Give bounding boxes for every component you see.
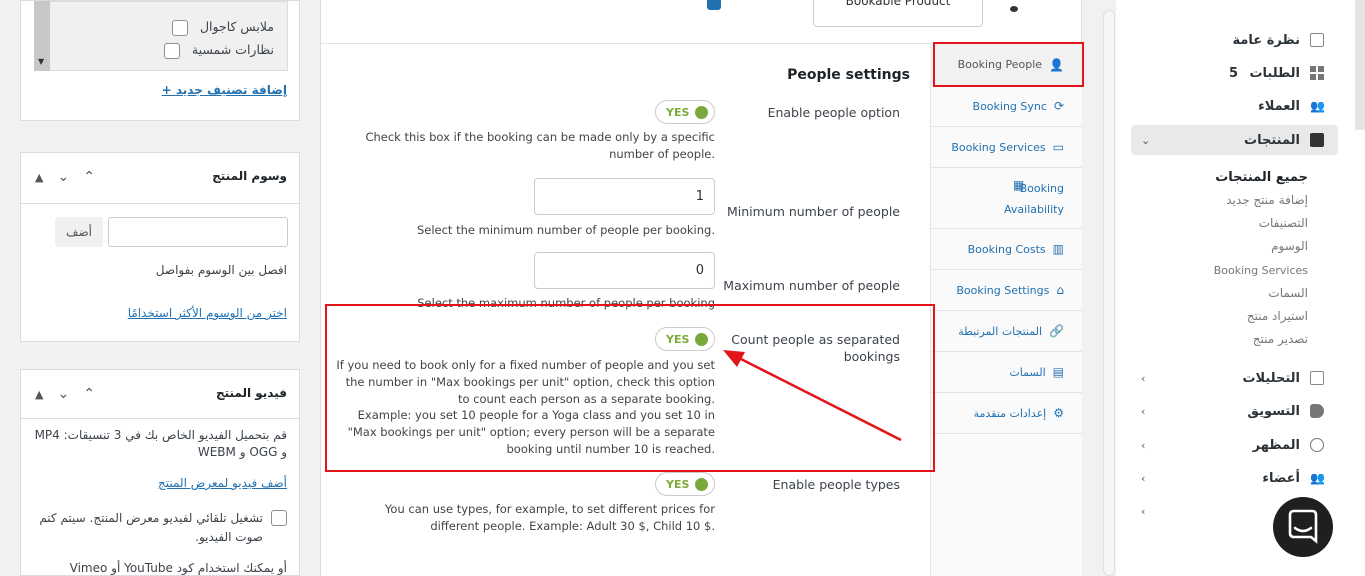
video-title: فيديو المنتج [215,386,287,400]
chevron-left-icon: ‹ [1141,471,1146,485]
submenu-categories[interactable]: التصنيفات [1259,216,1308,230]
tab-advanced[interactable]: إعدادات متقدمة ⚙ [930,393,1082,434]
chevron-down-icon: ⌄ [1141,133,1151,147]
video-desc: قم بتحميل الفيديو الخاص بك في 3 تنسيقات:… [34,428,287,459]
tags-box: وسوم المنتج ▲⌄⌃ أضف افصل بين الوسوم بفوا… [20,152,300,342]
users-icon: 👥 [1310,99,1325,113]
category-item[interactable]: ملابس كاجوال [171,19,274,36]
nav-customers[interactable]: العملاء 👥 [1131,91,1338,121]
chevron-left-icon: ‹ [1141,371,1146,385]
gear-icon: ⚙ [1053,406,1064,420]
nav-overview[interactable]: نظرة عامة [1131,25,1338,55]
box-arrows[interactable]: ▲⌄⌃ [35,386,109,402]
tab-booking-sync[interactable]: Booking Sync ⟳ [930,86,1082,127]
list-icon: ▤ [1052,365,1064,379]
submenu-attributes[interactable]: السمات [1268,286,1308,300]
scroll-down-icon[interactable]: ▼ [38,57,44,66]
box-icon [1310,133,1324,147]
autoplay-checkbox[interactable] [271,510,287,526]
enable-people-help: Check this box if the booking can be mad… [365,130,715,161]
submenu-all-products[interactable]: جميع المنتجات [1215,170,1308,185]
add-tag-button[interactable]: أضف [55,217,103,247]
page-scrollbar-thumb[interactable] [1355,0,1365,130]
tags-hint: افصل بين الوسوم بفواصل [155,263,287,277]
tab-attributes[interactable]: السمات ▤ [930,352,1082,393]
submenu-booking-services[interactable]: Booking Services [1214,264,1308,277]
people-types-toggle[interactable]: YES [655,472,715,496]
tab-linked-products[interactable]: المنتجات المرتبطة 🔗 [930,311,1082,352]
sidebar-scrollbar[interactable] [1103,10,1115,576]
popular-tags-link[interactable]: اختر من الوسوم الأكثر استخدامًا [128,306,287,320]
home-icon: ⌂ [1056,283,1064,297]
calendar-icon: ▦ [1013,178,1025,192]
video-box: فيديو المنتج ▲⌄⌃ قم بتحميل الفيديو الخاص… [20,369,300,576]
tab-booking-settings[interactable]: Booking Settings ⌂ [930,270,1082,311]
highlight-booking-people-tab [933,42,1084,87]
category-item[interactable]: نظارات شمسية [163,42,274,59]
window-icon: ▭ [1052,140,1064,154]
tags-input[interactable] [108,217,288,247]
nav-marketing[interactable]: ‹ التسويق [1131,396,1338,426]
chevron-down-icon[interactable]: ⌄ [57,386,83,402]
orders-count-badge: 5 [1228,65,1238,81]
add-category-link[interactable]: + إضافة تصنيف جديد [162,83,287,97]
chevron-down-icon[interactable]: ⌄ [57,169,83,185]
categories-box: ▼ ملابس كاجوال نظارات شمسية + إضافة تصني… [20,0,300,121]
product-type-select[interactable]: Bookable Product [813,0,983,27]
nav-products[interactable]: ⌄ المنتجات [1131,125,1338,155]
min-people-help: Select the minimum number of people per … [416,223,715,237]
move-up-icon[interactable]: ▲ [35,171,57,184]
chevron-left-icon: ‹ [1141,438,1146,452]
tab-booking-availability[interactable]: Booking Availability ▦ [930,168,1082,229]
min-people-label: Minimum number of people [726,204,900,219]
nav-members[interactable]: ‹ أعضاء 👥 [1131,463,1338,493]
virtual-checkbox[interactable] [707,0,721,10]
nav-orders[interactable]: الطلبات 5 [1131,58,1338,88]
add-video-link[interactable]: أضف فيديو لمعرض المنتج [158,476,287,490]
people-types-label: Enable people types [772,477,900,492]
submenu-import[interactable]: استيراد منتج [1247,309,1308,323]
submenu-tags[interactable]: الوسوم [1271,239,1308,253]
chevron-left-icon: ‹ [1141,504,1146,518]
people-types-help: You can use types, for example, to set d… [384,502,715,533]
enable-people-toggle[interactable]: YES [655,100,715,124]
bar-chart-icon: ▥ [1052,242,1064,256]
megaphone-icon [1310,404,1324,418]
tags-title: وسوم المنتج [212,169,287,183]
palette-icon [1310,438,1324,452]
nav-appearance[interactable]: ‹ المظهر [1131,430,1338,460]
section-heading: People settings [787,67,910,83]
annotation-arrow [723,350,902,442]
chevron-up-icon[interactable]: ⌃ [83,386,109,402]
tab-booking-costs[interactable]: Booking Costs ▥ [930,229,1082,270]
max-people-input[interactable]: 0 [534,252,715,289]
chat-launcher-button[interactable] [1273,497,1333,557]
youtube-hint: أو يمكنك استخدام كود YouTube أو Vimeo [69,561,287,575]
chat-icon [1288,509,1318,544]
checkbox[interactable] [171,19,188,36]
move-up-icon[interactable]: ▲ [35,388,57,401]
user-group-icon: 👥 [1310,471,1325,485]
bar-chart-icon [1310,371,1324,385]
submenu-export[interactable]: تصدير منتج [1253,332,1308,346]
categories-list [34,1,288,71]
enable-people-label: Enable people option [767,105,900,120]
tab-booking-services[interactable]: Booking Services ▭ [930,127,1082,168]
chart-icon [1310,33,1324,47]
submenu-add-product[interactable]: إضافة منتج جديد [1226,193,1308,207]
max-people-label: Maximum number of people [723,278,900,293]
min-people-input[interactable]: 1 [534,178,715,215]
nav-analytics[interactable]: ‹ التحليلات [1131,363,1338,393]
link-icon: 🔗 [1049,324,1064,338]
sync-icon: ⟳ [1053,99,1064,113]
chevron-left-icon: ‹ [1141,404,1146,418]
chevron-up-icon[interactable]: ⌃ [83,169,109,185]
grid-icon [1310,66,1324,80]
help-icon[interactable] [1010,6,1018,12]
box-arrows[interactable]: ▲⌄⌃ [35,169,109,185]
autoplay-label: تشغيل تلقائي لفيديو معرض المنتج. سيتم كت… [39,511,263,544]
checkbox[interactable] [163,42,180,59]
